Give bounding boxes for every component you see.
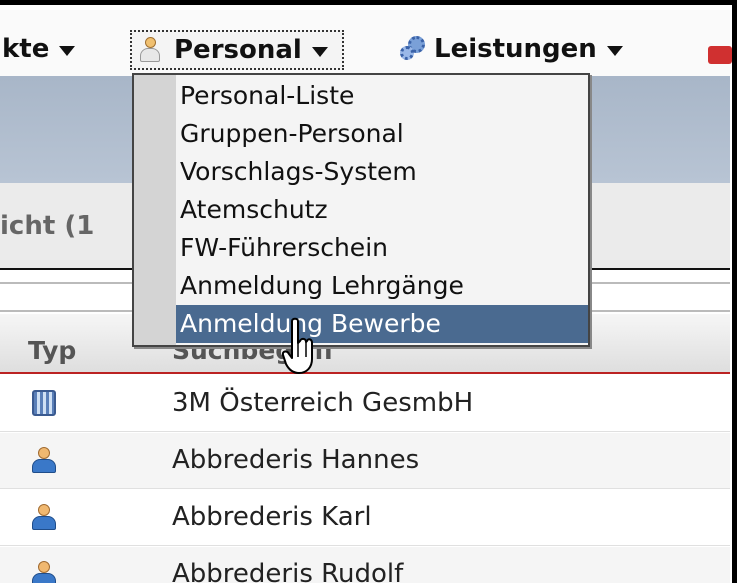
app-window: kte Personal Leistungen icht (1 Typ Such… (0, 0, 737, 583)
personal-dropdown-menu: Personal-Liste Gruppen-Personal Vorschla… (132, 73, 590, 347)
column-header-typ[interactable]: Typ (28, 336, 76, 365)
person-icon (32, 504, 56, 530)
menu-option-gruppen-personal[interactable]: Gruppen-Personal (176, 115, 588, 153)
chevron-down-icon (59, 46, 76, 56)
hand-cursor-icon (282, 317, 313, 374)
row-name[interactable]: Abbrederis Karl (172, 502, 372, 532)
menu-item-personal[interactable]: Personal (130, 30, 344, 70)
chevron-down-icon (606, 46, 623, 56)
menu-item-produkte[interactable]: kte (2, 32, 76, 66)
gears-icon (400, 36, 426, 62)
menu-option-anmeldung-bewerbe[interactable]: Anmeldung Bewerbe (176, 305, 588, 343)
menu-option-fw-fuehrerschein[interactable]: FW-Führerschein (176, 229, 588, 267)
menu-gutter (134, 75, 176, 345)
row-name[interactable]: Abbrederis Rudolf (172, 559, 403, 583)
menu-option-vorschlags-system[interactable]: Vorschlags-System (176, 153, 588, 191)
menu-option-atemschutz[interactable]: Atemschutz (176, 191, 588, 229)
person-icon (138, 36, 162, 64)
company-icon (32, 390, 56, 416)
menu-bar: kte Personal Leistungen (0, 10, 732, 76)
menu-item-leistungen[interactable]: Leistungen (400, 32, 623, 66)
table-row[interactable]: Abbrederis Hannes (0, 433, 730, 489)
person-icon (32, 447, 56, 473)
table-row[interactable]: Abbrederis Karl (0, 490, 730, 546)
chevron-down-icon (311, 47, 328, 57)
person-icon (32, 561, 56, 583)
menu-item-label: Personal (174, 35, 302, 65)
menu-item-label: kte (2, 34, 50, 64)
menu-option-personal-liste[interactable]: Personal-Liste (176, 77, 588, 115)
row-name[interactable]: Abbrederis Hannes (172, 445, 419, 475)
menu-item-label: Leistungen (434, 34, 597, 64)
table-row[interactable]: Abbrederis Rudolf (0, 547, 730, 583)
table-row[interactable]: 3M Österreich GesmbH (0, 376, 730, 432)
menu-option-anmeldung-lehrgaenge[interactable]: Anmeldung Lehrgänge (176, 267, 588, 305)
row-name[interactable]: 3M Österreich GesmbH (172, 388, 473, 418)
overview-tab-label[interactable]: icht (1 (0, 211, 94, 241)
truck-icon[interactable] (708, 46, 732, 64)
